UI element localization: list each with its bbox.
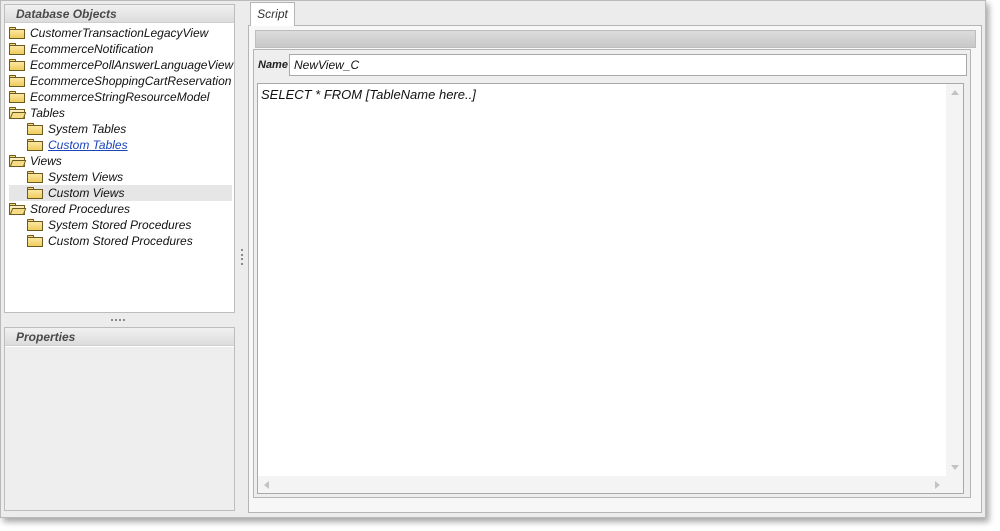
- properties-header: Properties: [5, 328, 234, 346]
- tree-item-ecommerce-string-resource-model[interactable]: EcommerceStringResourceModel: [9, 89, 232, 105]
- folder-icon: [27, 219, 43, 231]
- tree-item-system-views[interactable]: System Views: [9, 169, 232, 185]
- tree-item-label: CustomerTransactionLegacyView: [30, 26, 209, 40]
- folder-icon: [9, 43, 25, 55]
- tree-item-label: System Tables: [48, 122, 127, 136]
- tree-item-custom-tables[interactable]: Custom Tables: [9, 137, 232, 153]
- database-objects-panel: Database Objects CustomerTransactionLega…: [4, 4, 235, 313]
- tree-item-label: Views: [30, 154, 62, 168]
- sql-text[interactable]: SELECT * FROM [TableName here..]: [261, 87, 476, 102]
- scrollbar-corner: [946, 476, 963, 493]
- tree-item-label: System Views: [48, 170, 124, 184]
- tree-item-stored-procedures[interactable]: Stored Procedures: [9, 201, 232, 217]
- tree-item-ecommerce-notification[interactable]: EcommerceNotification: [9, 41, 232, 57]
- tree-item-label: System Stored Procedures: [48, 218, 192, 232]
- folder-icon: [9, 59, 25, 71]
- script-toolbar: [255, 30, 976, 48]
- tree-item-label: Stored Procedures: [30, 202, 131, 216]
- vertical-splitter-grip[interactable]: [240, 249, 244, 265]
- scroll-right-icon[interactable]: [935, 481, 940, 489]
- tree-item-ecommerce-poll-answer-language-view[interactable]: EcommercePollAnswerLanguageView: [9, 57, 234, 73]
- horizontal-scrollbar[interactable]: [258, 476, 946, 493]
- tree-item-label: Tables: [30, 106, 65, 120]
- tree-item-label: Custom Stored Procedures: [48, 234, 193, 248]
- folder-icon: [27, 235, 43, 247]
- scroll-left-icon[interactable]: [264, 481, 269, 489]
- database-objects-header: Database Objects: [5, 5, 234, 23]
- folder-open-icon: [9, 107, 27, 119]
- horizontal-splitter-grip[interactable]: [111, 319, 125, 321]
- tab-script[interactable]: Script: [250, 2, 295, 26]
- folder-icon: [27, 139, 43, 151]
- scroll-up-icon[interactable]: [951, 90, 959, 95]
- tree-item-customer-transaction-legacy-view[interactable]: CustomerTransactionLegacyView: [9, 25, 232, 41]
- folder-icon: [27, 187, 43, 199]
- folder-icon: [9, 75, 25, 87]
- tree-item-label-link[interactable]: Custom Tables: [48, 137, 128, 153]
- tree-item-views[interactable]: Views: [9, 153, 232, 169]
- tree-item-tables[interactable]: Tables: [9, 105, 232, 121]
- object-tree: CustomerTransactionLegacyView EcommerceN…: [9, 25, 234, 249]
- folder-icon: [27, 123, 43, 135]
- folder-icon: [9, 27, 25, 39]
- tree-item-system-tables[interactable]: System Tables: [9, 121, 232, 137]
- tree-item-custom-stored-procedures[interactable]: Custom Stored Procedures: [9, 233, 232, 249]
- name-input[interactable]: NewView_C: [289, 54, 967, 76]
- tree-item-label: Custom Views: [48, 186, 125, 200]
- tree-item-label: EcommercePollAnswerLanguageView: [30, 58, 234, 72]
- folder-icon: [9, 91, 25, 103]
- tree-item-label: EcommerceStringResourceModel: [30, 90, 210, 104]
- tree-item-label: EcommerceShoppingCartReservation: [30, 74, 232, 88]
- folder-icon: [27, 171, 43, 183]
- vertical-scrollbar[interactable]: [946, 84, 963, 476]
- sql-editor[interactable]: SELECT * FROM [TableName here..]: [257, 83, 964, 494]
- tree-item-system-stored-procedures[interactable]: System Stored Procedures: [9, 217, 232, 233]
- properties-panel: Properties: [4, 327, 235, 511]
- name-label: Name: [258, 59, 288, 71]
- scroll-down-icon[interactable]: [951, 465, 959, 470]
- tree-item-label: EcommerceNotification: [30, 42, 154, 56]
- folder-open-icon: [9, 155, 27, 167]
- properties-body: [5, 347, 234, 510]
- tree-item-custom-views[interactable]: Custom Views: [9, 185, 232, 201]
- folder-open-icon: [9, 203, 27, 215]
- tree-item-ecommerce-shopping-cart-reservation[interactable]: EcommerceShoppingCartReservation: [9, 73, 232, 89]
